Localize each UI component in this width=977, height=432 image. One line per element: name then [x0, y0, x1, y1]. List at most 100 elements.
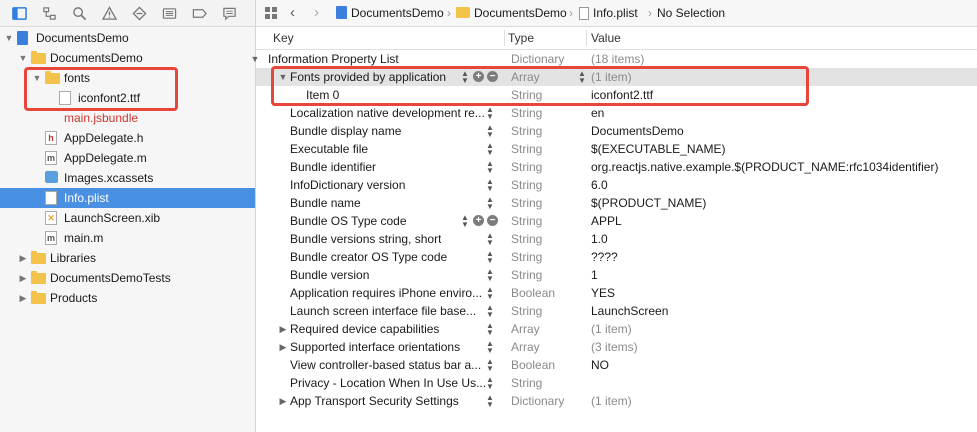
plist-type[interactable]: String	[511, 230, 542, 248]
plist-key[interactable]: Bundle identifier	[290, 158, 376, 176]
plist-row[interactable]: Executable file ▲ ▼ String $(EXECUTABLE_NAME…	[256, 140, 977, 158]
plist-key[interactable]: Bundle versions string, short	[290, 230, 441, 248]
plist-value[interactable]: (1 item)	[591, 392, 632, 410]
plist-value[interactable]: 6.0	[591, 176, 608, 194]
plist-row[interactable]: ▶ Required device capabilities ▲ ▼ Array (1 i…	[256, 320, 977, 338]
plist-row[interactable]: Bundle display name ▲ ▼ String DocumentsDemo	[256, 122, 977, 140]
column-divider[interactable]	[504, 30, 505, 46]
key-stepper-icon[interactable]: ▲ ▼	[486, 106, 494, 121]
tree-item[interactable]: Images.xcassets	[0, 168, 255, 188]
plist-row[interactable]: Bundle identifier ▲ ▼ String org.reactjs.nat…	[256, 158, 977, 176]
key-stepper-icon[interactable]: ▲ ▼	[486, 232, 494, 247]
plist-value[interactable]: NO	[591, 356, 609, 374]
tree-item[interactable]: ▶ Libraries	[0, 248, 255, 268]
plist-type[interactable]: String	[511, 266, 542, 284]
disclosure-closed-icon[interactable]: ▶	[18, 268, 28, 288]
key-stepper-icon[interactable]: ▲ ▼	[486, 304, 494, 319]
plist-key[interactable]: View controller-based status bar a...	[290, 356, 481, 374]
issue-icon[interactable]	[100, 4, 118, 22]
report-icon[interactable]	[220, 4, 238, 22]
tree-item[interactable]: m AppDelegate.m	[0, 148, 255, 168]
tree-item[interactable]: h AppDelegate.h	[0, 128, 255, 148]
plist-row[interactable]: InfoDictionary version ▲ ▼ String 6.0	[256, 176, 977, 194]
plist-key[interactable]: InfoDictionary version	[290, 176, 405, 194]
breakpoint-icon[interactable]	[190, 4, 208, 22]
column-divider[interactable]	[586, 30, 587, 46]
key-stepper-icon[interactable]: ▲ ▼	[486, 268, 494, 283]
plist-type[interactable]: String	[511, 194, 542, 212]
plist-key[interactable]: App Transport Security Settings	[290, 392, 459, 410]
plist-value[interactable]: 1.0	[591, 230, 608, 248]
forward-arrow-icon[interactable]: ›	[314, 0, 319, 26]
key-stepper-icon[interactable]: ▲ ▼	[486, 196, 494, 211]
key-stepper-icon[interactable]: ▲ ▼	[486, 322, 494, 337]
plist-type[interactable]: String	[511, 158, 542, 176]
plist-value[interactable]: DocumentsDemo	[591, 122, 684, 140]
plist-key[interactable]: Bundle version	[290, 266, 369, 284]
project-navigator-icon[interactable]	[10, 4, 28, 22]
plist-value[interactable]: en	[591, 104, 604, 122]
find-icon[interactable]	[70, 4, 88, 22]
disclosure-open-icon[interactable]: ▼	[18, 48, 28, 68]
key-stepper-icon[interactable]: ▲ ▼	[486, 178, 494, 193]
key-stepper-icon[interactable]: ▲ ▼	[486, 340, 494, 355]
plist-row[interactable]: View controller-based status bar a... ▲ ▼ B…	[256, 356, 977, 374]
source-control-icon[interactable]	[40, 4, 58, 22]
plist-value[interactable]: $(EXECUTABLE_NAME)	[591, 140, 725, 158]
disclosure-closed-icon[interactable]: ▶	[278, 320, 288, 338]
plist-type[interactable]: String	[511, 104, 542, 122]
plist-type[interactable]: String	[511, 176, 542, 194]
type-column-header[interactable]: Type	[508, 27, 534, 49]
key-stepper-icon[interactable]: ▲ ▼	[486, 376, 494, 391]
plist-value[interactable]: (1 item)	[591, 320, 632, 338]
jumpbar-project[interactable]: DocumentsDemo	[336, 0, 444, 26]
debug-icon[interactable]	[160, 4, 178, 22]
back-arrow-icon[interactable]: ‹	[290, 0, 295, 26]
tree-item[interactable]: Info.plist	[0, 188, 255, 208]
key-stepper-icon[interactable]: ▲ ▼	[486, 142, 494, 157]
plist-type[interactable]: String	[511, 140, 542, 158]
key-stepper-icon[interactable]: ▲ ▼	[486, 358, 494, 373]
tree-item[interactable]: ✕ LaunchScreen.xib	[0, 208, 255, 228]
plist-row[interactable]: Bundle versions string, short ▲ ▼ String 1.0	[256, 230, 977, 248]
plist-row[interactable]: ▶ App Transport Security Settings ▲ ▼ Dictio…	[256, 392, 977, 410]
jumpbar-selection[interactable]: No Selection	[657, 0, 725, 26]
plist-type[interactable]: Dictionary	[511, 392, 564, 410]
plist-type[interactable]: String	[511, 302, 542, 320]
plist-key[interactable]: Executable file	[290, 140, 368, 158]
plist-type[interactable]: Boolean	[511, 284, 555, 302]
plist-row[interactable]: Bundle version ▲ ▼ String 1	[256, 266, 977, 284]
plist-key[interactable]: Required device capabilities	[290, 320, 439, 338]
tree-item[interactable]: ▼ DocumentsDemo	[0, 48, 255, 68]
test-icon[interactable]	[130, 4, 148, 22]
plist-key[interactable]: Bundle display name	[290, 122, 401, 140]
plist-type[interactable]: Boolean	[511, 356, 555, 374]
plist-value[interactable]: org.reactjs.native.example.$(PRODUCT_NAM…	[591, 158, 938, 176]
remove-row-icon[interactable]: −	[487, 215, 498, 226]
plist-key[interactable]: Application requires iPhone enviro...	[290, 284, 482, 302]
plist-row[interactable]: ▶ Supported interface orientations ▲ ▼ Array…	[256, 338, 977, 356]
plist-value[interactable]: $(PRODUCT_NAME)	[591, 194, 706, 212]
plist-type[interactable]: String	[511, 122, 542, 140]
disclosure-closed-icon[interactable]: ▶	[18, 288, 28, 308]
tree-item[interactable]: ▼ DocumentsDemo	[0, 28, 255, 48]
tree-item[interactable]: ▶ Products	[0, 288, 255, 308]
plist-key[interactable]: Privacy - Location When In Use Us...	[290, 374, 486, 392]
tree-item[interactable]: main.jsbundle	[0, 108, 255, 128]
plist-type[interactable]: String	[511, 374, 542, 392]
tree-item[interactable]: m main.m	[0, 228, 255, 248]
disclosure-closed-icon[interactable]: ▶	[278, 392, 288, 410]
plist-value[interactable]: 1	[591, 266, 598, 284]
plist-value[interactable]: LaunchScreen	[591, 302, 668, 320]
plist-row[interactable]: Privacy - Location When In Use Us... ▲ ▼ St…	[256, 374, 977, 392]
plist-row[interactable]: Localization native development re... ▲ ▼ S…	[256, 104, 977, 122]
key-stepper-icon[interactable]: ▲ ▼	[486, 286, 494, 301]
plist-row[interactable]: Launch screen interface file base... ▲ ▼ St…	[256, 302, 977, 320]
tree-item[interactable]: ▶ DocumentsDemoTests	[0, 268, 255, 288]
plist-row[interactable]: Application requires iPhone enviro... ▲ ▼ B…	[256, 284, 977, 302]
disclosure-open-icon[interactable]: ▼	[250, 50, 260, 68]
key-stepper-icon[interactable]: ▲ ▼	[486, 160, 494, 175]
plist-value[interactable]: APPL	[591, 212, 622, 230]
plist-row[interactable]: Bundle name ▲ ▼ String $(PRODUCT_NAME)	[256, 194, 977, 212]
key-stepper-icon[interactable]: ▲ ▼	[486, 394, 494, 409]
